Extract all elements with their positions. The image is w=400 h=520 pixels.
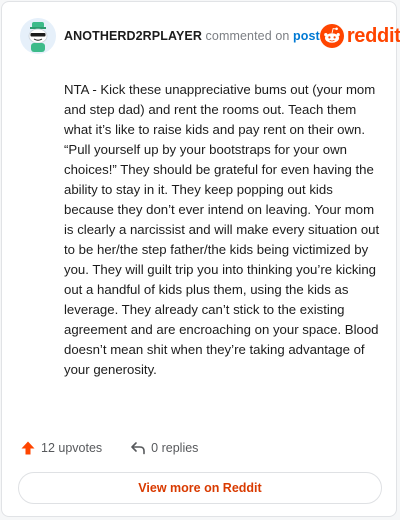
replies-button[interactable]: 0 replies — [130, 440, 198, 456]
view-more-on-reddit-button[interactable]: View more on Reddit — [18, 472, 382, 504]
post-link[interactable]: post — [293, 29, 320, 43]
reply-count: 0 replies — [151, 441, 199, 455]
reply-arrow-icon — [131, 442, 145, 455]
comment-meta: ANOTHERD2RPLAYER commented on post — [64, 29, 320, 43]
user-avatar[interactable] — [20, 18, 56, 54]
username-link[interactable]: ANOTHERD2RPLAYER — [64, 29, 202, 43]
comment-actions: 12 upvotes 0 replies — [20, 438, 198, 458]
upvote-count: 12 upvotes — [41, 441, 103, 455]
snoo-avatar-icon — [20, 18, 56, 54]
reddit-wordmark: reddit — [346, 24, 400, 47]
comment-embed-card: ANOTHERD2RPLAYER commented on post reddi… — [1, 1, 400, 517]
upvote-arrow-icon — [21, 441, 35, 455]
comment-header: ANOTHERD2RPLAYER commented on post reddi… — [20, 16, 400, 56]
reddit-brand[interactable]: reddit — [319, 24, 400, 48]
comment-body: NTA - Kick these unappreciative bums out… — [64, 82, 380, 377]
commented-on-text: commented on — [205, 29, 290, 43]
upvote-button[interactable]: 12 upvotes — [20, 440, 102, 456]
reddit-logo-icon — [319, 24, 344, 48]
